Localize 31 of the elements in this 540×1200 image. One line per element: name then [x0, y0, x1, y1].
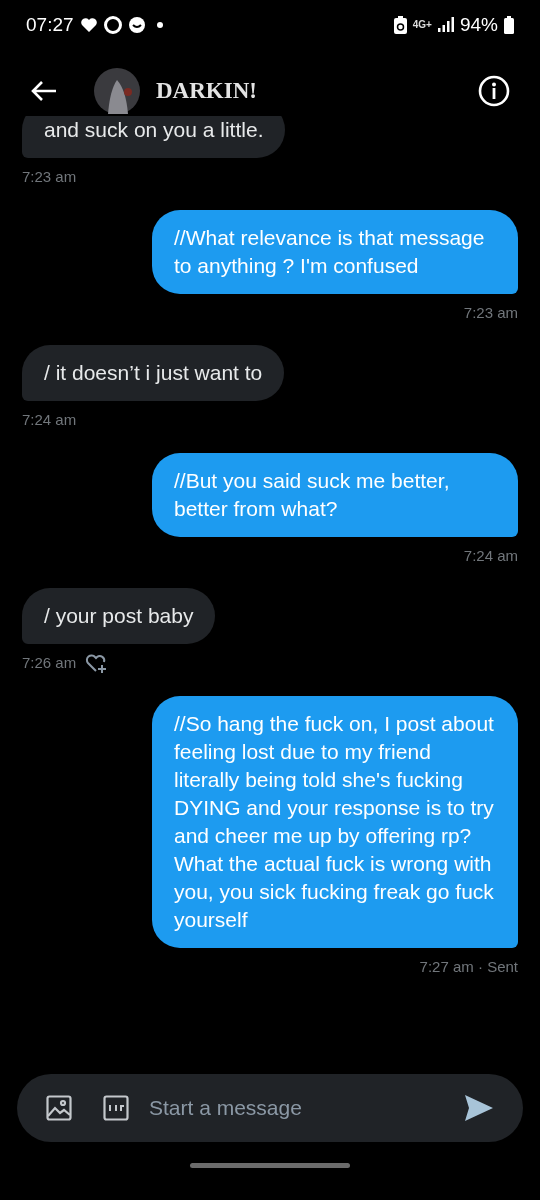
heart-plus-icon[interactable] — [84, 652, 109, 675]
heart-icon — [79, 17, 98, 33]
battery-icon — [504, 16, 514, 34]
message-bubble: //So hang the fuck on, I post about feeling lost due to my friend literally being told she's fucking DYING and your response is to try and cheer me up by offering rp? What the actual fuck is wrong with you, you sick fucking freak go fuck yourself — [152, 695, 518, 948]
battery-percent: 94% — [459, 12, 498, 37]
message-time: 7:27 am · Sent — [419, 956, 518, 977]
message-bubble: / your post baby — [22, 588, 216, 644]
message-bubble: //But you said suck me better, better from what? — [152, 452, 518, 537]
message-time: 7:23 am — [22, 167, 77, 187]
back-arrow-icon[interactable] — [30, 79, 58, 103]
battery-saver-icon — [393, 16, 407, 34]
info-icon[interactable] — [478, 75, 510, 107]
smile-icon — [127, 16, 146, 34]
image-icon[interactable] — [46, 1095, 72, 1121]
message-time: 7:24 am — [463, 545, 518, 566]
message-input[interactable]: Start a message — [149, 1092, 464, 1124]
avatar[interactable] — [94, 68, 140, 114]
message-time: 7:23 am — [463, 302, 518, 323]
message-time: 7:24 am — [22, 410, 77, 430]
contact-name[interactable]: DARKIN! — [156, 73, 257, 109]
message-bubble: / it doesn’t i just want to — [22, 345, 285, 401]
message-bubble: //What relevance is that message to anything ? I'm confused — [152, 209, 518, 294]
message-field[interactable]: Start a message — [17, 1074, 523, 1142]
message-time: 7:26 am — [22, 653, 77, 673]
dot-icon — [155, 21, 164, 29]
signal-icon — [437, 17, 454, 33]
message-bubble: and suck on you a little. — [22, 116, 286, 158]
status-time: 07:27 — [26, 12, 74, 37]
network-type: 4G+ — [412, 20, 432, 30]
send-icon[interactable] — [464, 1094, 494, 1122]
circle-icon — [103, 16, 122, 34]
